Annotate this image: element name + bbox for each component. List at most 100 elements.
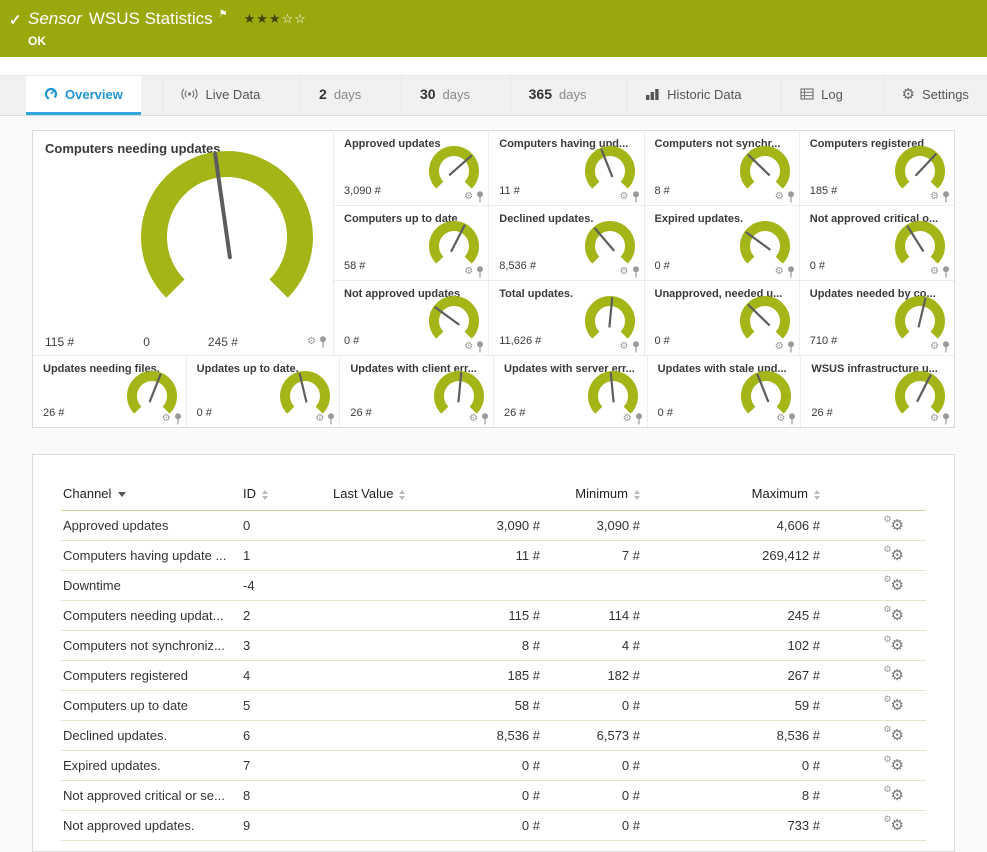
tab-2-days[interactable]: 2 days bbox=[300, 76, 379, 115]
gauge-settings-gear-icon[interactable]: ⚙ bbox=[469, 414, 478, 424]
table-row[interactable]: Not approved updates.90 #0 #733 #⚙ bbox=[61, 811, 926, 841]
channel-settings-gear-icon[interactable]: ⚙ bbox=[891, 518, 904, 533]
sensor-header: ✓ Sensor WSUS Statistics ⚑ ★★★☆☆ OK bbox=[0, 0, 987, 57]
cell-id: 0 bbox=[241, 511, 331, 541]
gauge-cell: Computers having upd...11 #⚙ bbox=[489, 131, 643, 205]
gauge-pin-icon[interactable] bbox=[788, 413, 796, 425]
gauge-settings-gear-icon[interactable]: ⚙ bbox=[307, 337, 316, 347]
gauge-cell: Approved updates3,090 #⚙ bbox=[334, 131, 488, 205]
gauge-settings-gear-icon[interactable]: ⚙ bbox=[162, 414, 171, 424]
gauge-pin-icon[interactable] bbox=[327, 413, 335, 425]
priority-flag-icon[interactable]: ⚑ bbox=[219, 9, 228, 21]
gauge-actions: ⚙ bbox=[469, 413, 489, 425]
status-ok-check-icon: ✓ bbox=[9, 11, 22, 29]
channel-table-panel: Channel ID Last Value Minimum Maximum Ap… bbox=[32, 454, 955, 852]
gauge-settings-gear-icon[interactable]: ⚙ bbox=[620, 342, 629, 352]
gauge-pin-icon[interactable] bbox=[481, 413, 489, 425]
gauge-settings-gear-icon[interactable]: ⚙ bbox=[620, 267, 629, 277]
tab-30-days[interactable]: 30 days bbox=[401, 76, 488, 115]
gauge-pin-icon[interactable] bbox=[942, 341, 950, 353]
rating-stars[interactable]: ★★★☆☆ bbox=[244, 11, 307, 27]
gauge-settings-gear-icon[interactable]: ⚙ bbox=[464, 342, 473, 352]
tab-live-data[interactable]: Live Data bbox=[162, 76, 278, 115]
gauge-settings-gear-icon[interactable]: ⚙ bbox=[623, 414, 632, 424]
tab-settings[interactable]: ⚙ Settings bbox=[883, 76, 987, 115]
channel-settings-gear-icon[interactable]: ⚙ bbox=[891, 638, 904, 653]
channel-settings-gear-icon[interactable]: ⚙ bbox=[891, 728, 904, 743]
column-header-id[interactable]: ID bbox=[241, 477, 331, 511]
gauge-pin-icon[interactable] bbox=[787, 191, 795, 203]
channel-settings-gear-icon[interactable]: ⚙ bbox=[891, 668, 904, 683]
gauge-pin-icon[interactable] bbox=[319, 336, 327, 348]
tab-log[interactable]: Log bbox=[781, 76, 861, 115]
table-row[interactable]: Downtime-4⚙ bbox=[61, 571, 926, 601]
gauge-settings-gear-icon[interactable]: ⚙ bbox=[930, 414, 939, 424]
cell-actions: ⚙ bbox=[826, 751, 926, 781]
table-row[interactable]: Computers needing updat...2115 #114 #245… bbox=[61, 601, 926, 631]
gauge-pin-icon[interactable] bbox=[476, 191, 484, 203]
channel-settings-gear-icon[interactable]: ⚙ bbox=[891, 698, 904, 713]
gauge-pin-icon[interactable] bbox=[174, 413, 182, 425]
gauge-cell: Expired updates.0 #⚙ bbox=[645, 206, 799, 280]
gauge-actions: ⚙ bbox=[620, 191, 640, 203]
tab-label: Overview bbox=[65, 87, 123, 102]
gauge-settings-gear-icon[interactable]: ⚙ bbox=[775, 192, 784, 202]
gauge-settings-gear-icon[interactable]: ⚙ bbox=[315, 414, 324, 424]
gauge-pin-icon[interactable] bbox=[632, 341, 640, 353]
tab-overview[interactable]: Overview bbox=[26, 76, 141, 115]
gauge-settings-gear-icon[interactable]: ⚙ bbox=[930, 342, 939, 352]
gauge-settings-gear-icon[interactable]: ⚙ bbox=[464, 267, 473, 277]
gauges-top-section: Computers needing updates 115 # 0 245 # … bbox=[33, 131, 954, 355]
gauge-pin-icon[interactable] bbox=[476, 341, 484, 353]
gauge-settings-gear-icon[interactable]: ⚙ bbox=[775, 342, 784, 352]
tab-365-days[interactable]: 365 days bbox=[510, 76, 605, 115]
gauge-cell: Not approved updates0 #⚙ bbox=[334, 281, 488, 355]
sensor-title: WSUS Statistics bbox=[89, 9, 213, 29]
gauge-settings-gear-icon[interactable]: ⚙ bbox=[775, 267, 784, 277]
column-header-last-value[interactable]: Last Value bbox=[331, 477, 546, 511]
gauge-cell: Computers not synchr...8 #⚙ bbox=[645, 131, 799, 205]
gauge-actions: ⚙ bbox=[464, 266, 484, 278]
gauge-pin-icon[interactable] bbox=[787, 341, 795, 353]
tab-historic-data[interactable]: Historic Data bbox=[626, 76, 759, 115]
channel-settings-gear-icon[interactable]: ⚙ bbox=[891, 548, 904, 563]
gauge-pin-icon[interactable] bbox=[942, 266, 950, 278]
column-header-maximum[interactable]: Maximum bbox=[646, 477, 826, 511]
cell-last-value: 115 # bbox=[331, 601, 546, 631]
gauge-pin-icon[interactable] bbox=[942, 413, 950, 425]
table-row[interactable]: Declined updates.68,536 #6,573 #8,536 #⚙ bbox=[61, 721, 926, 751]
gauge-pin-icon[interactable] bbox=[632, 266, 640, 278]
gauge-pin-icon[interactable] bbox=[787, 266, 795, 278]
table-row[interactable]: Computers having update ...111 #7 #269,4… bbox=[61, 541, 926, 571]
channel-settings-gear-icon[interactable]: ⚙ bbox=[891, 758, 904, 773]
table-row[interactable]: Approved updates03,090 #3,090 #4,606 #⚙ bbox=[61, 511, 926, 541]
gauge-pin-icon[interactable] bbox=[476, 266, 484, 278]
cell-maximum: 4,606 # bbox=[646, 511, 826, 541]
column-header-minimum[interactable]: Minimum bbox=[546, 477, 646, 511]
gauge-pin-icon[interactable] bbox=[635, 413, 643, 425]
gauge-settings-gear-icon[interactable]: ⚙ bbox=[776, 414, 785, 424]
channel-settings-gear-icon[interactable]: ⚙ bbox=[891, 788, 904, 803]
cell-id: 1 bbox=[241, 541, 331, 571]
channel-settings-gear-icon[interactable]: ⚙ bbox=[891, 578, 904, 593]
channel-settings-gear-icon[interactable]: ⚙ bbox=[891, 818, 904, 833]
table-row[interactable]: Not approved critical or se...80 #0 #8 #… bbox=[61, 781, 926, 811]
table-row[interactable]: Computers registered4185 #182 #267 #⚙ bbox=[61, 661, 926, 691]
column-header-channel[interactable]: Channel bbox=[61, 477, 241, 511]
gauge-settings-gear-icon[interactable]: ⚙ bbox=[930, 192, 939, 202]
channel-settings-gear-icon[interactable]: ⚙ bbox=[891, 608, 904, 623]
table-row[interactable]: Computers up to date558 #0 #59 #⚙ bbox=[61, 691, 926, 721]
sensor-title-block: Sensor WSUS Statistics ⚑ ★★★☆☆ OK bbox=[28, 9, 987, 48]
table-row[interactable]: Expired updates.70 #0 #0 #⚙ bbox=[61, 751, 926, 781]
table-row[interactable]: Computers not synchroniz...38 #4 #102 #⚙ bbox=[61, 631, 926, 661]
gauge-settings-gear-icon[interactable]: ⚙ bbox=[620, 192, 629, 202]
bottom-gauges-row: Updates needing files.26 #⚙Updates up to… bbox=[33, 355, 954, 427]
gauge-actions: ⚙ bbox=[776, 413, 796, 425]
gauge-pin-icon[interactable] bbox=[942, 191, 950, 203]
gauge-settings-gear-icon[interactable]: ⚙ bbox=[930, 267, 939, 277]
gauge-cell: Total updates.11,626 #⚙ bbox=[489, 281, 643, 355]
gauge-settings-gear-icon[interactable]: ⚙ bbox=[464, 192, 473, 202]
gauge-cell: Updates with stale upd...0 #⚙ bbox=[648, 356, 801, 427]
gauge-value: 0 # bbox=[655, 260, 670, 272]
gauge-pin-icon[interactable] bbox=[632, 191, 640, 203]
